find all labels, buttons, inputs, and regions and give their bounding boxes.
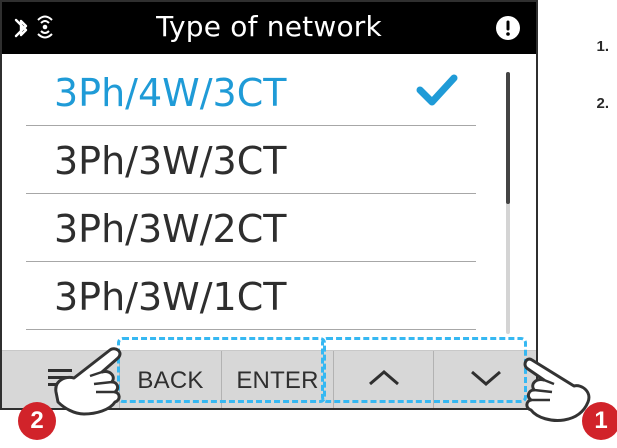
page-title: Type of network (156, 10, 382, 43)
up-button[interactable] (334, 351, 434, 408)
menu-button[interactable] (2, 351, 120, 408)
step-badge: 1 (582, 402, 617, 440)
side-step-label: 1. (596, 38, 609, 55)
down-button[interactable] (434, 351, 536, 408)
item-label: 3Ph/4W/3CT (54, 71, 287, 115)
menu-icon (44, 366, 78, 397)
item-label: 3Ph/3W/2CT (54, 207, 287, 251)
alert-icon[interactable] (494, 14, 522, 46)
device-screen: Type of network 3Ph/4W/3CT 3Ph/3W/3CT 3P… (0, 0, 538, 410)
step-badge: 2 (18, 402, 56, 440)
list-item[interactable]: 3Ph/3W/2CT (26, 194, 476, 262)
item-label: 3Ph/3W/3CT (54, 139, 287, 183)
item-label: 3Ph/3W/1CT (54, 275, 287, 319)
header-bar: Type of network (2, 2, 536, 54)
back-button[interactable]: BACK (120, 351, 222, 408)
network-type-list: 3Ph/4W/3CT 3Ph/3W/3CT 3Ph/3W/2CT 3Ph/3W/… (2, 54, 536, 350)
scroll-thumb[interactable] (506, 72, 510, 204)
enter-button[interactable]: ENTER (222, 351, 334, 408)
check-icon (416, 72, 458, 112)
button-bar: BACK ENTER (2, 350, 536, 408)
chevron-down-icon (466, 366, 506, 397)
list-item[interactable]: 3Ph/4W/3CT (26, 58, 476, 126)
list-item[interactable]: 3Ph/3W/1CT (26, 262, 476, 330)
list-item[interactable]: 3Ph/3W/3CT (26, 126, 476, 194)
side-step-label: 2. (596, 95, 609, 112)
chevron-up-icon (364, 366, 404, 397)
